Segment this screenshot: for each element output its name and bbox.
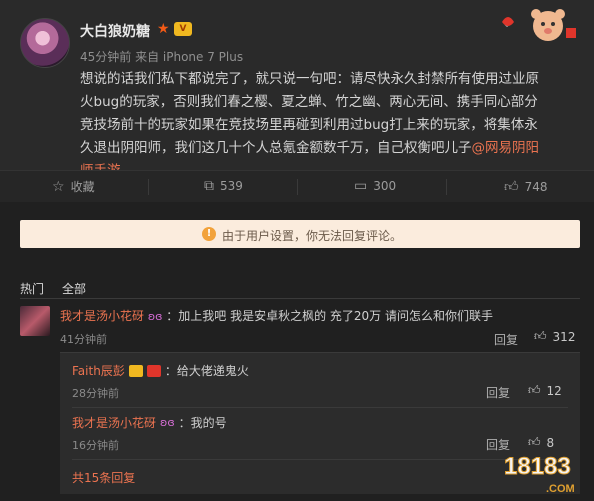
star-outline-icon: ☆: [52, 178, 65, 195]
reply-like-count: 12: [546, 383, 562, 398]
thumbs-up-icon: 👍︎: [528, 383, 541, 397]
vip-badge-icon: [128, 364, 143, 377]
divider: [148, 179, 149, 195]
post-text: 想说的话我们私下都说完了，就只说一句吧：请尽快永久封禁所有使用过业原火bug的玩…: [80, 68, 550, 183]
favorite-button[interactable]: ☆ 收藏: [52, 178, 95, 195]
notice-text: 由于用户设置，你无法回复评论。: [222, 229, 403, 243]
replier-name[interactable]: 我才是汤小花砑: [72, 414, 156, 431]
warning-icon: !: [202, 227, 216, 241]
reply-reply-button[interactable]: 回复: [486, 384, 510, 401]
comment-text: 我才是汤小花砑 ʚɞ ：加上我吧 我是安卓秋之枫的 充了20万 请问怎么和你们联…: [60, 307, 493, 324]
commenter-name[interactable]: 我才是汤小花砑: [60, 309, 144, 323]
replier-name[interactable]: Faith辰彭: [72, 362, 125, 379]
comment-button[interactable]: ▭ 300: [354, 178, 396, 194]
divider: [446, 179, 447, 195]
commenter-avatar[interactable]: [20, 306, 50, 336]
butterfly-icon: ʚɞ: [147, 310, 163, 323]
thumbs-up-icon: 👍︎: [534, 329, 547, 343]
divider: [72, 407, 568, 408]
reply-disabled-notice: ! 由于用户设置，你无法回复评论。: [20, 220, 580, 248]
tab-hot[interactable]: 热门: [20, 280, 44, 297]
share-icon: ⧉: [204, 178, 214, 194]
red-envelope-icon: [146, 364, 161, 377]
reply-time: 28分钟前: [72, 387, 119, 400]
author-name[interactable]: 大白狼奶糖: [80, 21, 150, 41]
reply-text: Faith辰彭 ：给大佬递鬼火: [72, 362, 249, 379]
favorite-label: 收藏: [70, 180, 95, 194]
share-button[interactable]: ⧉ 539: [204, 178, 243, 194]
post-action-bar: ☆ 收藏 ⧉ 539 ▭ 300 👍︎ 748: [0, 170, 594, 202]
reply-body: ：我的号: [178, 416, 227, 430]
comment-body: ：加上我吧 我是安卓秋之枫的 充了20万 请问怎么和你们联手: [166, 309, 493, 323]
like-count: 748: [524, 179, 548, 194]
post-meta: 45分钟前 来自 iPhone 7 Plus: [80, 50, 244, 64]
comment-reply-button[interactable]: 回复: [494, 331, 518, 348]
comment-icon: ▭: [354, 178, 368, 194]
comment-like-count: 312: [552, 329, 576, 344]
reply-text: 我才是汤小花砑 ʚɞ ：我的号: [72, 414, 227, 431]
divider: [297, 179, 298, 195]
divider: [72, 459, 568, 460]
tab-all[interactable]: 全部: [62, 280, 86, 297]
author-avatar[interactable]: [20, 18, 70, 68]
comment-like-button[interactable]: 👍︎ 312: [534, 329, 575, 344]
watermark-text: 18183: [504, 453, 571, 480]
vip-badge-icon: V: [174, 22, 192, 36]
star-icon: ★: [157, 21, 170, 37]
watermark-sub-text: .COM: [546, 483, 575, 495]
bear-sticker-icon: [502, 9, 576, 41]
like-button[interactable]: 👍︎ 748: [504, 178, 548, 195]
reply-body: ：给大佬递鬼火: [164, 364, 249, 378]
comment-time: 41分钟前: [60, 333, 107, 346]
comment-count: 300: [373, 179, 397, 193]
butterfly-icon: ʚɞ: [160, 416, 175, 429]
reply-like-button[interactable]: 👍︎ 12: [528, 383, 562, 398]
weibo-post: 大白狼奶糖 ★ V 45分钟前 来自 iPhone 7 Plus ⌄ 想说的话我…: [0, 0, 594, 179]
site-watermark-logo: 18183 .COM: [504, 453, 575, 496]
post-body: 想说的话我们私下都说完了，就只说一句吧：请尽快永久封禁所有使用过业原火bug的玩…: [80, 71, 539, 156]
share-count: 539: [220, 179, 243, 193]
divider: [20, 298, 580, 299]
reply-time: 16分钟前: [72, 439, 119, 452]
view-all-replies-link[interactable]: 共15条回复: [72, 469, 135, 486]
thumbs-up-icon: 👍︎: [504, 179, 519, 195]
